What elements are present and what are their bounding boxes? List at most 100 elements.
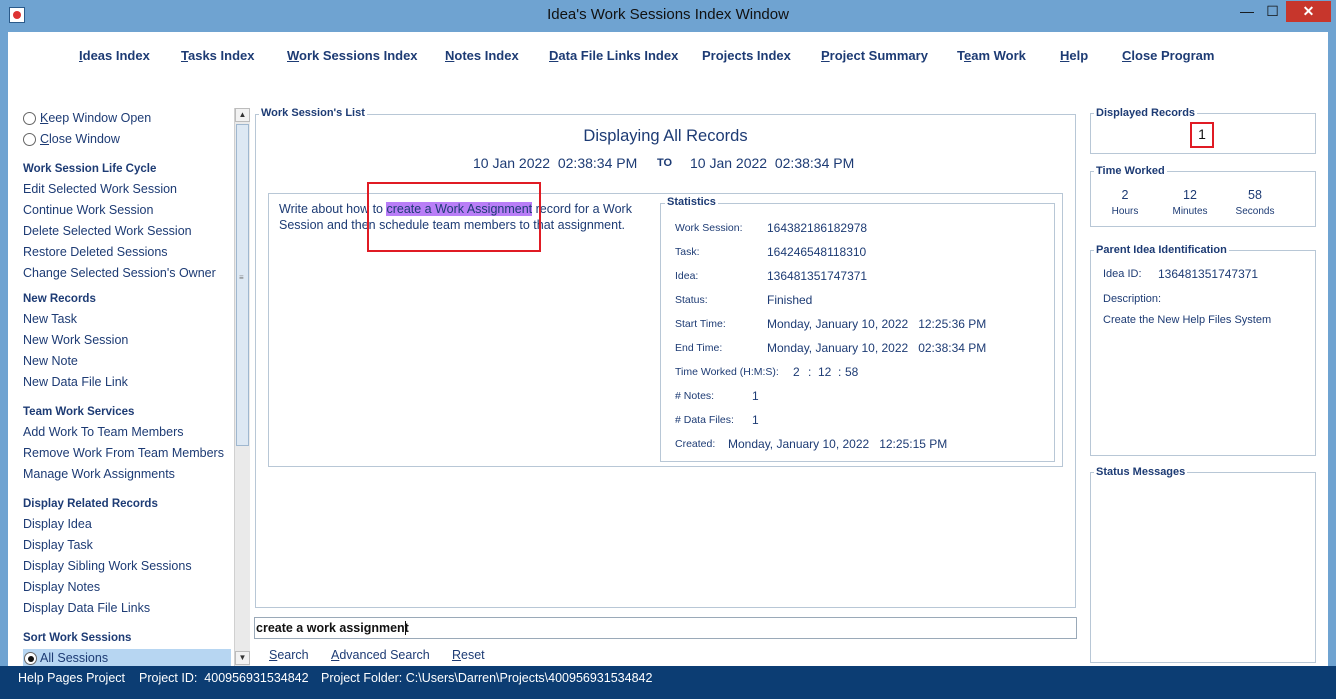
displayed-records-count: 1 xyxy=(1198,126,1206,142)
menu-project-summary[interactable]: Project Summary xyxy=(821,48,928,63)
new-task-link[interactable]: New Task xyxy=(23,312,77,326)
display-notes-link[interactable]: Display Notes xyxy=(23,580,100,594)
status-label: Status: xyxy=(675,294,708,306)
menu-data-file-links-index[interactable]: Data File Links Index xyxy=(549,48,678,63)
time-worked-panel-label: Time Worked xyxy=(1094,165,1167,177)
scroll-down-arrow-icon[interactable]: ▼ xyxy=(235,651,250,665)
statistics-label: Statistics xyxy=(665,196,718,208)
status-project-folder: Project Folder: C:\Users\Darren\Projects… xyxy=(321,671,653,685)
continue-work-session-link[interactable]: Continue Work Session xyxy=(23,203,153,217)
time-worked-label: Time Worked (H:M:S): xyxy=(675,366,779,378)
displayed-records-label: Displayed Records xyxy=(1094,107,1198,119)
to-label: TO xyxy=(657,157,673,169)
life-cycle-heading: Work Session Life Cycle xyxy=(23,163,157,175)
search-input[interactable]: create a work assignment xyxy=(254,617,1077,639)
idea-id-label: Idea: xyxy=(675,270,699,282)
sort-sessions-heading: Sort Work Sessions xyxy=(23,632,132,644)
annotation-box xyxy=(367,182,541,252)
time-worked-colon-2: : xyxy=(838,365,842,379)
sidebar-scrollbar[interactable]: ▲ ≡ ▼ xyxy=(234,108,250,666)
time-worked-hours: 2 xyxy=(793,365,800,379)
menu-ideas-index[interactable]: Ideas Index xyxy=(79,48,150,63)
new-note-link[interactable]: New Note xyxy=(23,354,78,368)
maximize-button[interactable]: ☐ xyxy=(1260,1,1285,22)
to-date: 10 Jan 2022 02:38:34 PM xyxy=(690,155,855,171)
time-worked-minutes: 12 xyxy=(818,365,832,379)
scroll-grip-icon: ≡ xyxy=(239,273,244,282)
status-value: Finished xyxy=(767,293,813,307)
parent-idea-id: 136481351747371 xyxy=(1158,267,1259,281)
parent-idea-id-label: Idea ID: xyxy=(1103,268,1142,280)
hours-value: 2 xyxy=(1121,188,1129,202)
parent-description: Create the New Help Files System xyxy=(1103,314,1272,326)
hours-label: Hours xyxy=(1111,206,1139,217)
menu-notes-index[interactable]: Notes Index xyxy=(445,48,519,63)
menu-tasks-index[interactable]: Tasks Index xyxy=(181,48,254,63)
notes-count: 1 xyxy=(752,389,759,403)
manage-work-assignments-link[interactable]: Manage Work Assignments xyxy=(23,467,175,481)
display-task-link[interactable]: Display Task xyxy=(23,538,93,552)
text-cursor xyxy=(405,621,406,635)
status-project-id: Project ID: 400956931534842 xyxy=(139,671,309,685)
task-id: 164246548118310 xyxy=(767,245,867,259)
sidebar: Keep Window Open Close Window Work Sessi… xyxy=(17,108,251,666)
close-window-option[interactable]: Close Window xyxy=(40,132,120,146)
remove-work-from-team-link[interactable]: Remove Work From Team Members xyxy=(23,446,224,460)
reset-button[interactable]: Reset xyxy=(452,648,485,662)
parent-idea-label: Parent Idea Identification xyxy=(1094,244,1229,256)
display-data-file-links-link[interactable]: Display Data File Links xyxy=(23,601,150,615)
work-session-id: 164382186182978 xyxy=(767,221,868,235)
menu-projects-index[interactable]: Projects Index xyxy=(702,48,791,63)
new-work-session-link[interactable]: New Work Session xyxy=(23,333,128,347)
restore-deleted-sessions-link[interactable]: Restore Deleted Sessions xyxy=(23,245,168,259)
close-button[interactable]: ✕ xyxy=(1286,1,1331,22)
new-records-heading: New Records xyxy=(23,293,96,305)
minutes-value: 12 xyxy=(1183,188,1197,202)
add-work-to-team-link[interactable]: Add Work To Team Members xyxy=(23,425,183,439)
notes-count-label: # Notes: xyxy=(675,390,715,402)
work-session-list-label: Work Session's List xyxy=(259,107,367,119)
time-worked-seconds: 58 xyxy=(845,365,859,379)
end-time: Monday, January 10, 2022 02:38:34 PM xyxy=(767,341,987,355)
new-data-file-link-link[interactable]: New Data File Link xyxy=(23,375,128,389)
data-files-count-label: # Data Files: xyxy=(675,414,734,426)
delete-work-session-link[interactable]: Delete Selected Work Session xyxy=(23,224,192,238)
advanced-search-button[interactable]: Advanced Search xyxy=(331,648,430,662)
search-button[interactable]: Search xyxy=(269,648,309,662)
keep-window-open-option[interactable]: Keep Window Open xyxy=(40,111,151,125)
idea-id: 136481351747371 xyxy=(767,269,868,283)
start-time: Monday, January 10, 2022 12:25:36 PM xyxy=(767,317,987,331)
close-window-radio[interactable] xyxy=(23,133,36,146)
scroll-thumb[interactable] xyxy=(236,124,249,446)
from-date: 10 Jan 2022 02:38:34 PM xyxy=(473,155,638,171)
status-project-name: Help Pages Project xyxy=(18,671,126,685)
sort-all-sessions-label[interactable]: All Sessions xyxy=(40,651,108,665)
status-messages-panel xyxy=(1090,472,1316,663)
time-worked-colon-1: : xyxy=(808,365,812,379)
menu-close-program[interactable]: Close Program xyxy=(1122,48,1214,63)
work-session-id-label: Work Session: xyxy=(675,222,743,234)
display-related-heading: Display Related Records xyxy=(23,498,158,510)
display-idea-link[interactable]: Display Idea xyxy=(23,517,92,531)
minutes-label: Minutes xyxy=(1172,206,1208,217)
start-time-label: Start Time: xyxy=(675,318,726,330)
menu-team-work[interactable]: Team Work xyxy=(957,48,1026,63)
minimize-button[interactable]: — xyxy=(1234,1,1260,22)
seconds-value: 58 xyxy=(1248,188,1262,202)
seconds-label: Seconds xyxy=(1235,206,1275,217)
end-time-label: End Time: xyxy=(675,342,723,354)
change-session-owner-link[interactable]: Change Selected Session's Owner xyxy=(23,266,216,280)
scroll-up-arrow-icon[interactable]: ▲ xyxy=(235,108,250,122)
team-work-heading: Team Work Services xyxy=(23,406,135,418)
task-id-label: Task: xyxy=(675,246,700,258)
sort-all-sessions-radio[interactable] xyxy=(24,652,37,665)
display-sibling-sessions-link[interactable]: Display Sibling Work Sessions xyxy=(23,559,192,573)
displaying-heading: Displaying All Records xyxy=(583,127,748,145)
window-title: Idea's Work Sessions Index Window xyxy=(547,6,789,23)
keep-open-radio[interactable] xyxy=(23,112,36,125)
menu-help[interactable]: Help xyxy=(1060,48,1088,63)
data-files-count: 1 xyxy=(752,413,759,427)
edit-work-session-link[interactable]: Edit Selected Work Session xyxy=(23,182,177,196)
menu-work-sessions-index[interactable]: Work Sessions Index xyxy=(287,48,418,63)
status-messages-label: Status Messages xyxy=(1094,466,1188,478)
